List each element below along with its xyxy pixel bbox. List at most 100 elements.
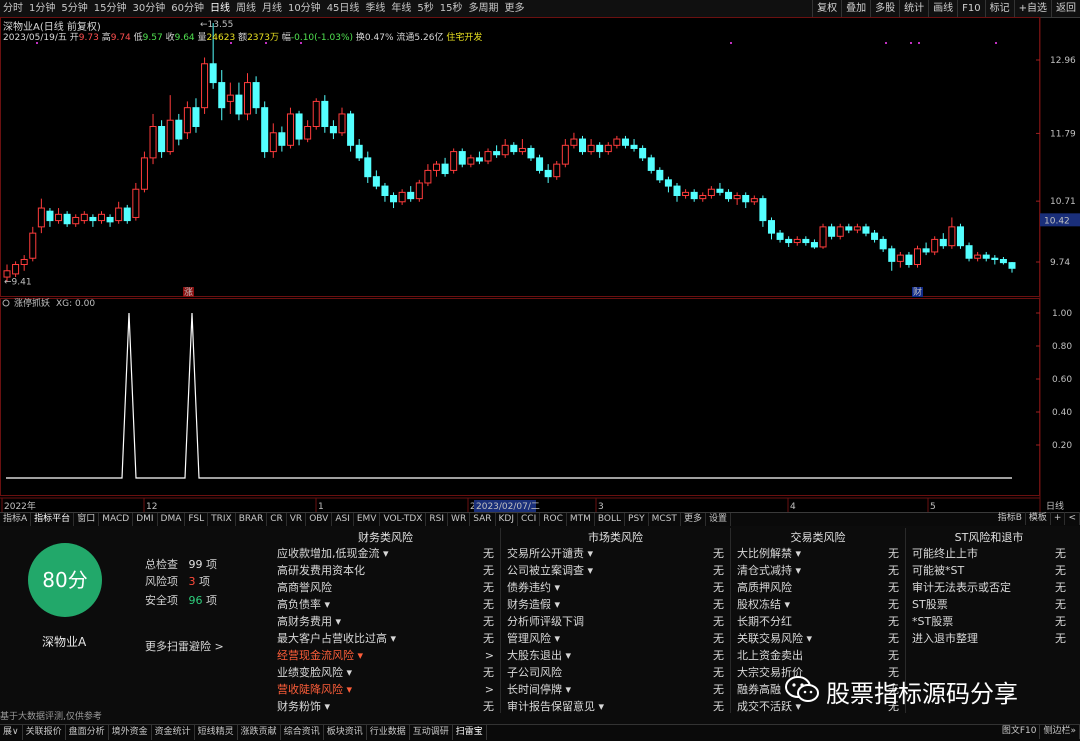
tool-button-8[interactable]: 返回	[1051, 0, 1080, 17]
indicator-tab-4[interactable]: DMI	[133, 513, 158, 526]
indicator-tab-23[interactable]: PSY	[625, 513, 649, 526]
period-tab-13[interactable]: 5秒	[414, 0, 436, 17]
period-tab-14[interactable]: 15秒	[437, 0, 466, 17]
period-tab-7[interactable]: 周线	[233, 0, 259, 17]
risk-item-row[interactable]: 高负债率 ▾ 无	[273, 596, 498, 613]
period-tab-9[interactable]: 10分钟	[285, 0, 324, 17]
period-tab-1[interactable]: 1分钟	[26, 0, 58, 17]
footer-tab-0[interactable]: 展∨	[0, 725, 23, 740]
risk-item-row[interactable]: 可能被*ST 无	[908, 562, 1070, 579]
risk-item-row[interactable]: 高商誉风险 无	[273, 579, 498, 596]
period-tab-6[interactable]: 日线	[207, 0, 233, 17]
risk-item-row[interactable]: 最大客户占营收比过高 ▾ 无	[273, 630, 498, 647]
indicator-tab-11[interactable]: OBV	[306, 513, 333, 526]
risk-item-row[interactable]: 财务造假 ▾ 无	[503, 596, 728, 613]
indicator-tab-14[interactable]: VOL-TDX	[380, 513, 427, 526]
footer-tab-5[interactable]: 短线精灵	[195, 725, 238, 740]
risk-item-row[interactable]: 高财务费用 ▾ 无	[273, 613, 498, 630]
footer-tab-1[interactable]: 关联报价	[23, 725, 66, 740]
indicator-tab-19[interactable]: CCI	[518, 513, 541, 526]
tool-button-7[interactable]: +自选	[1013, 0, 1051, 17]
footer-tab-10[interactable]: 互动调研	[410, 725, 453, 740]
indicator-tab-7[interactable]: TRIX	[208, 513, 236, 526]
indicator-right-2[interactable]: +	[1051, 512, 1066, 525]
risk-item-row[interactable]: 债券违约 ▾ 无	[503, 579, 728, 596]
more-scan-link[interactable]: 更多扫雷避险 >	[145, 638, 224, 654]
indicator-right-0[interactable]: 指标B	[995, 512, 1026, 525]
indicator-tab-20[interactable]: ROC	[540, 513, 567, 526]
tool-button-5[interactable]: F10	[957, 0, 984, 17]
risk-item-row[interactable]: 审计报告保留意见 ▾ 无	[503, 698, 728, 715]
footer-tab-7[interactable]: 综合资讯	[281, 725, 324, 740]
indicator-tab-21[interactable]: MTM	[567, 513, 595, 526]
risk-item-row[interactable]: 清仓式减持 ▾ 无	[733, 562, 903, 579]
risk-item-row[interactable]: 公司被立案调查 ▾ 无	[503, 562, 728, 579]
risk-item-row[interactable]: 进入退市整理 无	[908, 630, 1070, 647]
period-tab-0[interactable]: 分时	[0, 0, 26, 17]
period-tab-15[interactable]: 多周期	[466, 0, 502, 17]
risk-item-row[interactable]: 高研发费用资本化 无	[273, 562, 498, 579]
indicator-tab-13[interactable]: EMV	[354, 513, 381, 526]
indicator-tab-9[interactable]: CR	[267, 513, 287, 526]
risk-item-row[interactable]: 交易所公开谴责 ▾ 无	[503, 545, 728, 562]
indicator-tab-16[interactable]: WR	[448, 513, 471, 526]
indicator-tab-25[interactable]: 更多	[681, 513, 706, 526]
risk-item-row[interactable]: 北上资金卖出 无	[733, 647, 903, 664]
risk-item-row[interactable]: 大比例解禁 ▾ 无	[733, 545, 903, 562]
indicator-tab-17[interactable]: SAR	[470, 513, 496, 526]
indicator-tab-5[interactable]: DMA	[158, 513, 186, 526]
footer-right-0[interactable]: 图文F10	[999, 724, 1041, 739]
indicator-tab-1[interactable]: 指标平台	[31, 513, 75, 526]
tool-button-6[interactable]: 标记	[984, 0, 1014, 17]
risk-item-row[interactable]: 长时间停牌 ▾ 无	[503, 681, 728, 698]
period-tab-12[interactable]: 年线	[388, 0, 414, 17]
footer-tab-4[interactable]: 资金统计	[152, 725, 195, 740]
indicator-tab-3[interactable]: MACD	[99, 513, 134, 526]
period-tab-11[interactable]: 季线	[362, 0, 388, 17]
tool-button-0[interactable]: 复权	[812, 0, 841, 17]
indicator-tab-22[interactable]: BOLL	[595, 513, 626, 526]
indicator-right-1[interactable]: 模板	[1026, 512, 1051, 525]
risk-item-row[interactable]: 管理风险 ▾ 无	[503, 630, 728, 647]
risk-item-row[interactable]: ST股票 无	[908, 596, 1070, 613]
footer-tab-2[interactable]: 盘面分析	[66, 725, 109, 740]
indicator-tab-18[interactable]: KDJ	[496, 513, 518, 526]
risk-item-row[interactable]: 审计无法表示或否定 无	[908, 579, 1070, 596]
footer-tab-8[interactable]: 板块资讯	[324, 725, 367, 740]
footer-right-1[interactable]: 侧边栏»	[1040, 724, 1080, 739]
indicator-tab-15[interactable]: RSI	[426, 513, 449, 526]
risk-item-row[interactable]: 财务粉饰 ▾ 无	[273, 698, 498, 715]
tool-button-3[interactable]: 统计	[899, 0, 928, 17]
risk-item-row[interactable]: 关联交易风险 ▾ 无	[733, 630, 903, 647]
risk-item-row[interactable]: 可能终止上市 无	[908, 545, 1070, 562]
period-tab-4[interactable]: 30分钟	[129, 0, 168, 17]
risk-item-row[interactable]: 子公司风险 无	[503, 664, 728, 681]
indicator-tab-24[interactable]: MCST	[649, 513, 681, 526]
footer-tab-3[interactable]: 境外资金	[109, 725, 152, 740]
risk-item-row[interactable]: 分析师评级下调 无	[503, 613, 728, 630]
indicator-right-3[interactable]: <	[1065, 512, 1080, 525]
period-tab-3[interactable]: 15分钟	[91, 0, 130, 17]
tool-button-1[interactable]: 叠加	[841, 0, 870, 17]
period-tab-10[interactable]: 45日线	[324, 0, 363, 17]
indicator-tab-26[interactable]: 设置	[706, 513, 731, 526]
period-tab-2[interactable]: 5分钟	[58, 0, 90, 17]
indicator-tab-2[interactable]: 窗口	[74, 513, 100, 526]
risk-item-row[interactable]: 营收陡降风险 ▾ >	[273, 681, 498, 698]
indicator-tab-6[interactable]: FSL	[185, 513, 209, 526]
footer-tab-6[interactable]: 涨跌贡献	[238, 725, 281, 740]
indicator-tab-10[interactable]: VR	[287, 513, 307, 526]
period-tab-5[interactable]: 60分钟	[168, 0, 207, 17]
kline-chart-area[interactable]: ←13.55 ←9.41 涨 财 12.96 11.79 10.71 9.74 10.42 涨…	[0, 17, 1080, 512]
tool-button-4[interactable]: 画线	[928, 0, 957, 17]
risk-item-row[interactable]: 长期不分红 无	[733, 613, 903, 630]
risk-item-row[interactable]: 大股东退出 ▾ 无	[503, 647, 728, 664]
risk-item-row[interactable]: 股权冻结 ▾ 无	[733, 596, 903, 613]
indicator-tab-12[interactable]: ASI	[332, 513, 354, 526]
period-tab-16[interactable]: 更多	[502, 0, 528, 17]
indicator-tab-0[interactable]: 指标A	[0, 513, 32, 526]
risk-item-row[interactable]: 应收款增加,低现金流 ▾ 无	[273, 545, 498, 562]
footer-tab-9[interactable]: 行业数据	[367, 725, 410, 740]
risk-item-row[interactable]: 高质押风险 无	[733, 579, 903, 596]
risk-item-row[interactable]: 经营现金流风险 ▾ >	[273, 647, 498, 664]
